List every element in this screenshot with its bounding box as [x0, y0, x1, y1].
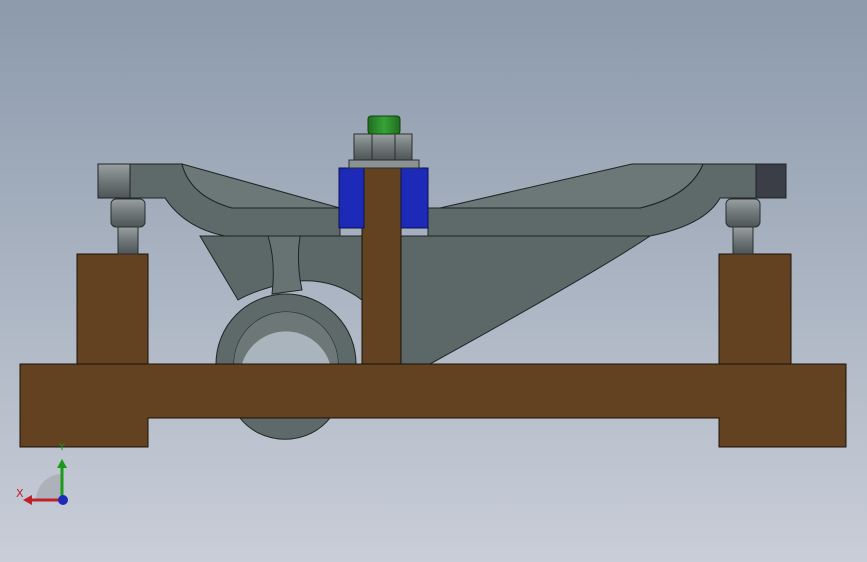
- washer: [348, 159, 420, 169]
- left-pin-shank: [117, 226, 139, 255]
- right-clamp-block: [400, 167, 429, 229]
- center-post: [361, 167, 402, 365]
- triad-z-axis: [58, 495, 68, 505]
- right-pin-head: [725, 198, 761, 228]
- left-pin-head: [110, 198, 146, 228]
- left-support-block: [76, 253, 149, 365]
- right-support-block: [718, 253, 792, 365]
- right-pin-shank: [732, 226, 754, 255]
- right-end-tab: [755, 163, 787, 199]
- triad-y-label: Y: [59, 442, 66, 453]
- arm-rib: [267, 235, 303, 295]
- hex-nut: [353, 133, 413, 161]
- left-end-tab: [97, 163, 131, 199]
- left-clamp-block: [338, 167, 365, 229]
- cad-viewport[interactable]: [0, 0, 867, 562]
- triad-x-label: X: [16, 487, 24, 500]
- stud-cap: [367, 115, 401, 135]
